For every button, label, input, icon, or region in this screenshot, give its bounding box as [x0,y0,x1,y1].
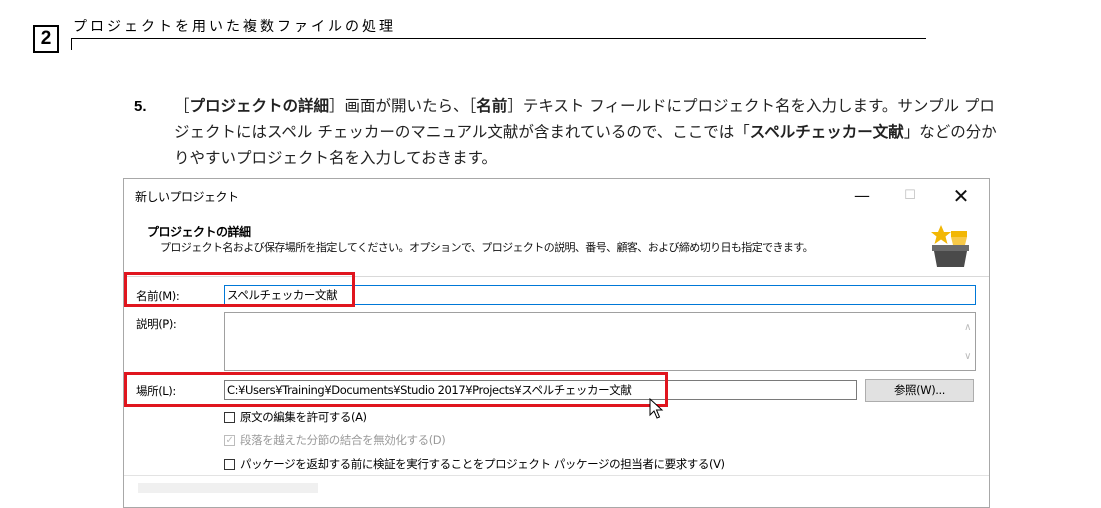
title-bar[interactable]: 新しいプロジェクト — ☐ ✕ [124,179,989,213]
para-text: ］画面が開いたら、［ [329,97,477,115]
para-bold: 名前 [476,97,508,115]
chapter-title: プロジェクトを用いた複数ファイルの処理 [73,19,396,35]
project-description-input[interactable]: ∧ ∨ [224,312,976,371]
browse-button[interactable]: 参照(W)... [865,379,974,402]
section-separator [124,475,989,476]
header-description: プロジェクト名および保存場所を指定してください。オプションで、プロジェクトの説明… [160,241,814,254]
disable-cross-paragraph-merge-checkbox: ✓ 段落を越えた分節の結合を無効化する(D) [224,432,446,448]
checkmark-icon: ✓ [224,434,235,446]
checkbox-label: 原文の編集を許可する(A) [240,410,367,424]
mouse-cursor-icon [649,398,664,419]
checkbox-label: パッケージを返却する前に検証を実行することをプロジェクト パッケージの担当者に要… [240,457,725,471]
header-title: プロジェクトの詳細 [147,225,251,239]
minimize-button[interactable]: — [840,181,884,211]
star-box-icon [931,225,969,267]
scroll-up-icon[interactable]: ∧ [964,319,971,337]
close-button[interactable]: ✕ [939,181,983,211]
allow-source-edit-checkbox[interactable]: 原文の編集を許可する(A) [224,409,367,425]
checkbox-label: 段落を越えた分節の結合を無効化する(D) [240,433,446,447]
new-project-dialog: 新しいプロジェクト — ☐ ✕ プロジェクトの詳細 プロジェクト名および保存場所… [123,178,990,508]
window-title: 新しいプロジェクト [135,190,239,204]
para-text: ［ [174,97,190,115]
para-bold: プロジェクトの詳細 [189,97,330,115]
next-section-placeholder [138,483,318,493]
para-bold: スペルチェッカー文献 [749,123,904,141]
step-number: 5. [134,98,147,115]
checkbox-box[interactable] [224,458,235,470]
step-paragraph: ［プロジェクトの詳細］画面が開いたら、［名前］テキスト フィールドにプロジェクト… [174,93,1004,171]
name-highlight-box [124,272,355,307]
scroll-down-icon[interactable]: ∨ [964,348,971,366]
checkbox-box[interactable] [224,411,235,423]
description-label: 説明(P): [136,317,177,331]
chapter-number: 2 [33,25,59,53]
location-highlight-box [124,372,668,407]
chapter-rule-tick [71,38,72,50]
require-verification-checkbox[interactable]: パッケージを返却する前に検証を実行することをプロジェクト パッケージの担当者に要… [224,456,725,472]
chapter-rule [71,38,926,39]
maximize-button[interactable]: ☐ [888,181,932,211]
